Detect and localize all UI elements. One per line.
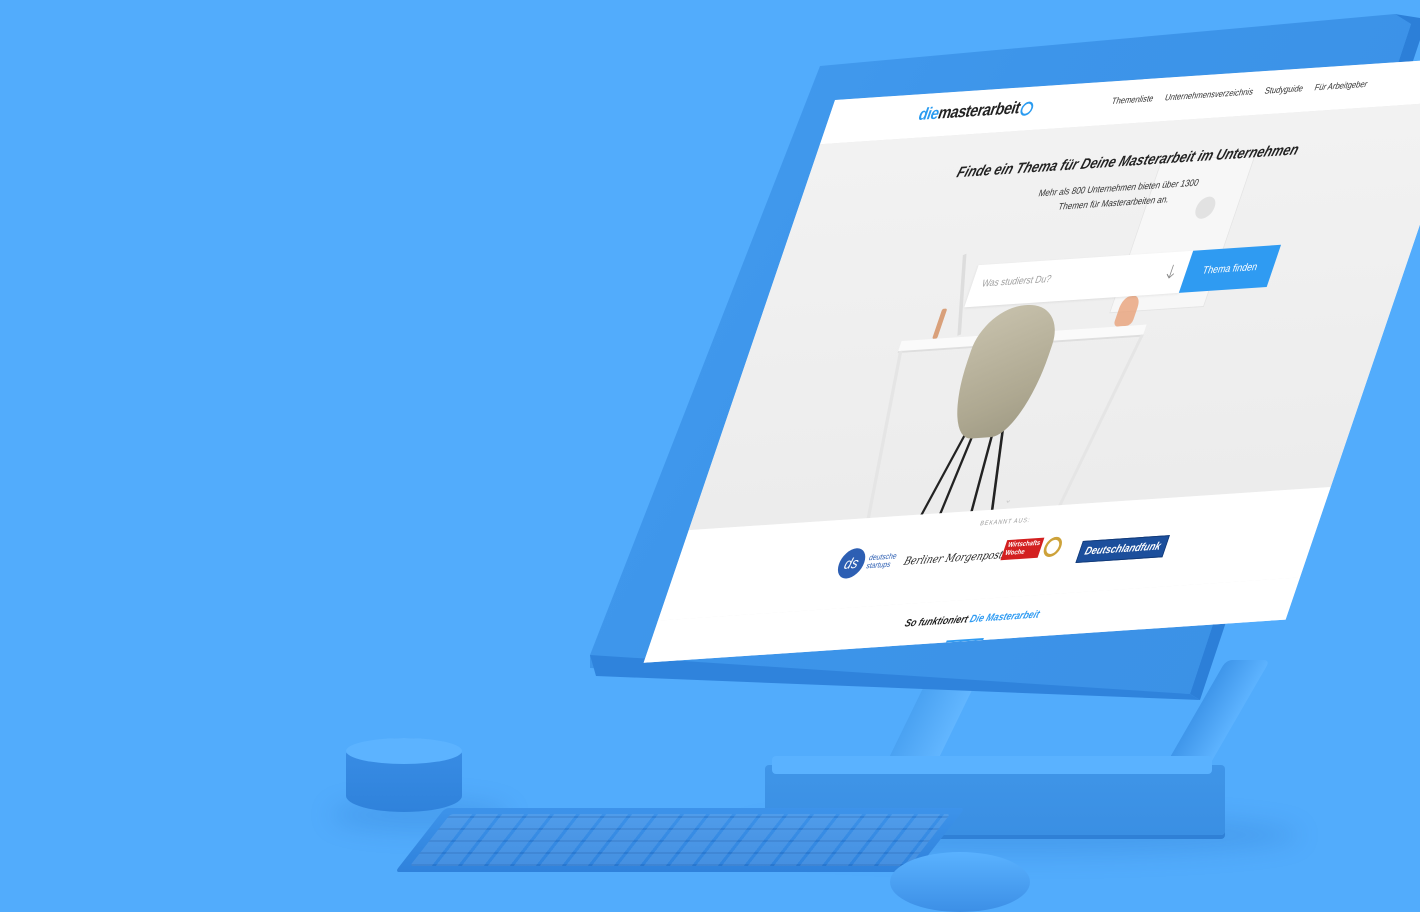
desktop-scene: diemasterarbeit Themenliste Unternehmens…	[0, 0, 1420, 890]
deutsche-startups-logo: ds deutsche startups	[834, 545, 900, 579]
nav-item-themenliste[interactable]: Themenliste	[1110, 93, 1155, 106]
nav-item-unternehmensverzeichnis[interactable]: Unternehmensverzeichnis	[1164, 86, 1255, 102]
ds-mark: ds	[834, 547, 870, 579]
desk-leg-left	[866, 351, 902, 520]
desk-leg-right	[1057, 335, 1144, 508]
pencil-cup-illustration	[932, 308, 947, 338]
ds-wordmark-line-2: startups	[865, 560, 895, 570]
site-logo[interactable]: diemasterarbeit	[916, 97, 1037, 125]
monitor-screen: diemasterarbeit Themenliste Unternehmens…	[644, 57, 1420, 663]
nav-item-fuer-arbeitgeber[interactable]: Für Arbeitgeber	[1313, 79, 1369, 93]
logo-main: masterarbeit	[935, 98, 1023, 123]
chair-leg	[990, 427, 1004, 514]
find-topic-button[interactable]: Thema finden	[1179, 245, 1281, 293]
monitor: diemasterarbeit Themenliste Unternehmens…	[0, 0, 1420, 890]
study-search-input[interactable]	[978, 267, 1138, 291]
wiwo-wordmark: Wirtschafts Woche	[1000, 538, 1044, 561]
wiwo-line-2: Woche	[1004, 548, 1039, 558]
deutschlandfunk-logo: Deutschlandfunk	[1075, 535, 1170, 563]
lamp-illustration	[957, 254, 966, 336]
arrow-down-icon[interactable]	[1163, 263, 1179, 280]
wirtschaftswoche-logo: Wirtschafts Woche	[1000, 536, 1064, 560]
wiwo-ring-icon	[1041, 536, 1065, 557]
berliner-morgenpost-logo: Berliner Morgenpost	[902, 548, 1005, 568]
main-nav: Themenliste Unternehmensverzeichnis Stud…	[1110, 79, 1369, 106]
nav-item-studyguide[interactable]: Studyguide	[1263, 83, 1304, 96]
scroll-down-chevron-icon[interactable]: ⌄	[1003, 495, 1014, 507]
how-title-prefix: So funktioniert	[903, 613, 970, 629]
ds-wordmark: deutsche startups	[865, 552, 898, 570]
how-title-accent: Die Masterarbeit	[968, 609, 1041, 626]
